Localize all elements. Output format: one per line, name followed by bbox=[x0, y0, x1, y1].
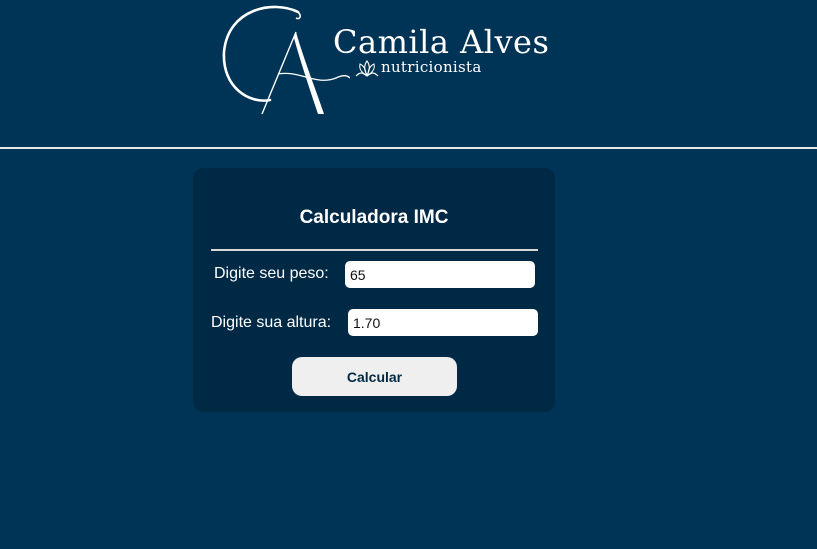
height-input[interactable] bbox=[348, 309, 538, 336]
site-header: Camila Alves nutricionista bbox=[0, 0, 817, 147]
brand-logo: Camila Alves nutricionista bbox=[220, 4, 550, 122]
monogram-logo-mark bbox=[222, 5, 351, 115]
brand-name: Camila Alves bbox=[333, 23, 550, 61]
calculator-title: Calculadora IMC bbox=[299, 207, 449, 228]
weight-label: Digite seu peso: bbox=[214, 265, 329, 282]
lotus-icon bbox=[355, 60, 379, 77]
brand-tagline: nutricionista bbox=[381, 58, 482, 76]
weight-input[interactable] bbox=[345, 261, 535, 288]
header-divider bbox=[0, 147, 817, 149]
title-divider bbox=[211, 249, 538, 251]
height-label: Digite sua altura: bbox=[211, 314, 332, 331]
calculate-button[interactable]: Calcular bbox=[292, 357, 457, 396]
